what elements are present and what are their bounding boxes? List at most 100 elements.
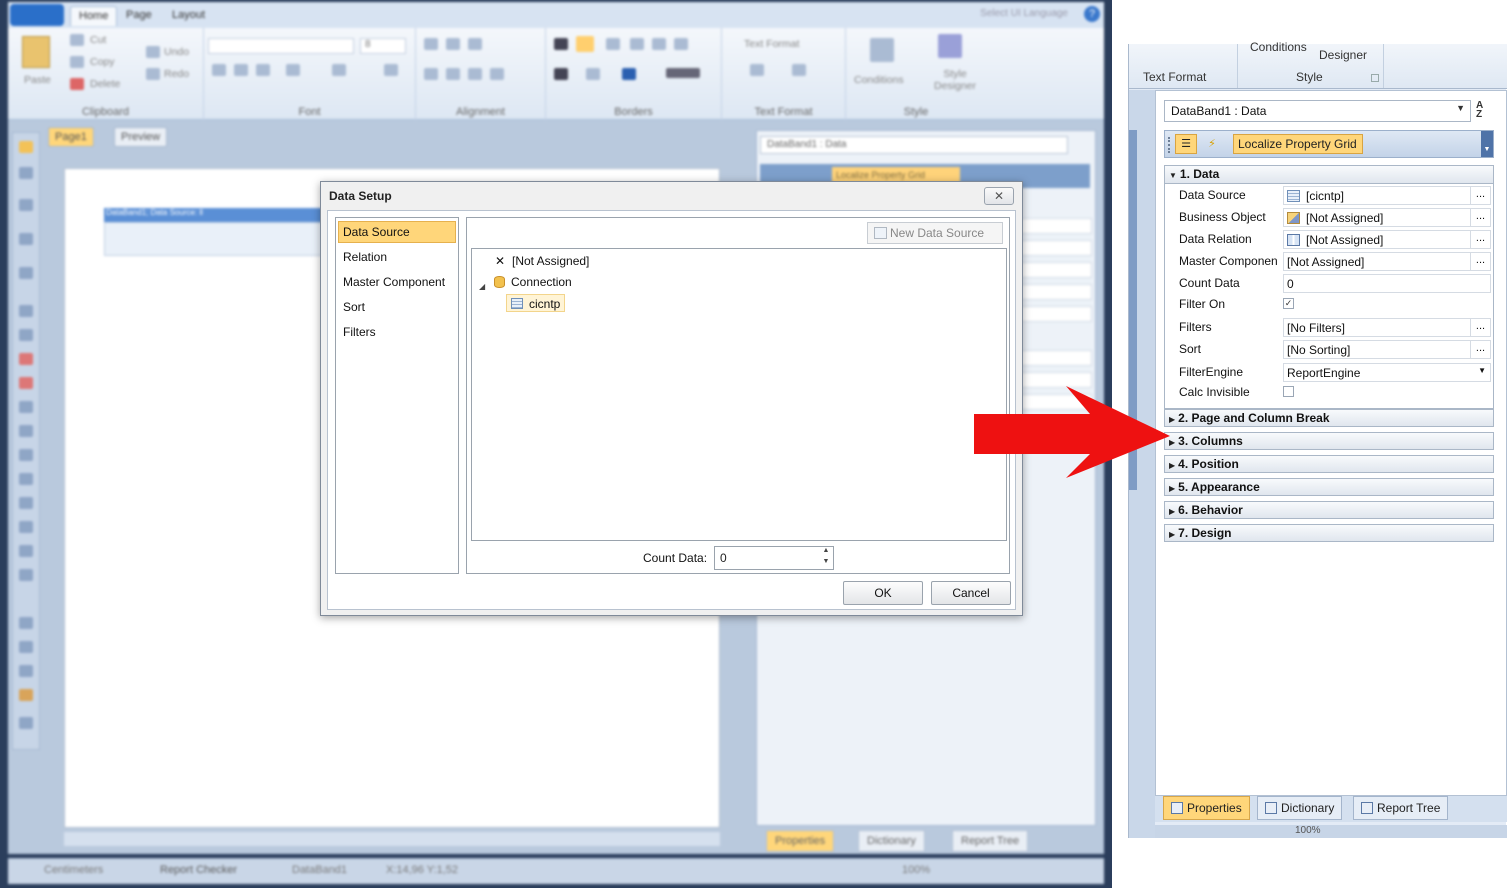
category-data[interactable]: ▼ 1. Data [1165,166,1493,184]
count-data-input[interactable]: 0 ▲ ▼ [714,546,834,570]
tool-icon[interactable] [19,425,33,437]
tool-icon[interactable] [19,401,33,413]
events-icon[interactable]: ⚡ [1201,134,1223,154]
units-selector[interactable]: Centimeters [44,864,103,876]
ellipsis-button[interactable]: ... [1470,253,1490,270]
align-left-icon[interactable] [424,68,438,80]
nav-relation[interactable]: Relation [338,246,456,268]
conditions-button[interactable]: Conditions [1250,40,1307,54]
tool-icon[interactable] [19,305,33,317]
nav-filters[interactable]: Filters [338,321,456,343]
tree-item-not-assigned[interactable]: ✕ [Not Assigned] [494,252,589,270]
no-border-icon[interactable] [576,36,594,52]
tool-icon[interactable] [19,665,33,677]
properties-view-icon[interactable]: ☰ [1175,134,1197,154]
tool-icon[interactable] [19,545,33,557]
tab-home[interactable]: Home [70,6,118,26]
calc-invisible-checkbox[interactable] [1283,386,1294,397]
ellipsis-button[interactable]: ... [1470,341,1490,358]
chevron-down-icon[interactable]: ▼ [1478,366,1486,375]
align-justify-icon[interactable] [490,68,504,80]
category-appearance[interactable]: ▶ 5. Appearance [1164,478,1494,496]
border-color-icon[interactable] [622,68,636,80]
tool-icon[interactable] [19,521,33,533]
align-center-icon[interactable] [446,68,460,80]
format-icon[interactable] [750,64,764,76]
nav-sort[interactable]: Sort [338,296,456,318]
category-columns[interactable]: ▶ 3. Columns [1164,432,1494,450]
cancel-button[interactable]: Cancel [931,581,1011,605]
tool-icon[interactable] [19,473,33,485]
property-value[interactable]: [No Sorting]... [1283,340,1491,359]
property-value[interactable]: [No Filters]... [1283,318,1491,337]
component-selector[interactable]: DataBand1 : Data [760,136,1068,154]
dialog-launcher-icon[interactable] [1371,74,1379,82]
tool-icon[interactable] [19,449,33,461]
category-design[interactable]: ▶ 7. Design [1164,524,1494,542]
application-menu-button[interactable] [10,4,64,26]
property-data-relation[interactable]: Data Relation [Not Assigned]... [1165,229,1493,251]
property-value[interactable]: [Not Assigned]... [1283,230,1491,249]
tab-dictionary[interactable]: Dictionary [1257,796,1343,820]
category-position[interactable]: ▶ 4. Position [1164,455,1494,473]
style-designer-button[interactable]: Style Designer [930,68,980,92]
ellipsis-button[interactable]: ... [1470,187,1490,204]
property-business-object[interactable]: Business Object [Not Assigned]... [1165,207,1493,229]
format-options-icon[interactable] [792,64,806,76]
copy-button[interactable]: Copy [90,56,115,68]
ellipsis-button[interactable]: ... [1470,209,1490,226]
property-filter-on[interactable]: Filter On ✓ [1165,294,1493,316]
italic-icon[interactable] [234,64,248,76]
property-sort[interactable]: Sort [No Sorting]... [1165,339,1493,361]
horizontal-scrollbar[interactable] [64,832,720,846]
tab-page[interactable]: Page [118,6,160,26]
top-border-icon[interactable] [606,38,620,50]
border-style-icon[interactable] [666,68,700,78]
right-border-icon[interactable] [674,38,688,50]
localize-property-grid-button[interactable]: Localize Property Grid [1233,134,1363,154]
tab-layout[interactable]: Layout [164,6,213,26]
tool-icon[interactable] [19,233,33,245]
toolbar-grip[interactable] [1168,137,1171,153]
nav-master-component[interactable]: Master Component [338,271,456,293]
shadow-icon[interactable] [554,68,568,80]
new-data-source-button[interactable]: New Data Source [867,222,1003,244]
left-border-icon[interactable] [630,38,644,50]
filter-on-checkbox[interactable]: ✓ [1283,298,1294,309]
tab-properties[interactable]: Properties [766,830,835,852]
tab-preview[interactable]: Preview [114,127,168,147]
font-settings-icon[interactable] [384,64,398,76]
tab-report-tree[interactable]: Report Tree [1353,796,1449,820]
undo-button[interactable]: Undo [164,46,189,58]
component-selector[interactable]: DataBand1 : Data ▼ [1164,100,1471,122]
bold-icon[interactable] [212,64,226,76]
property-count-data[interactable]: Count Data 0 [1165,273,1493,295]
tool-icon[interactable] [19,497,33,509]
ok-button[interactable]: OK [843,581,923,605]
property-value[interactable]: ReportEngine ▼ [1283,363,1491,382]
help-icon[interactable]: ? [1084,6,1100,22]
bottom-border-icon[interactable] [652,38,666,50]
toolbar-overflow-icon[interactable]: ▼ [1481,131,1493,157]
tree-item-connection[interactable]: Connection [494,273,572,291]
select-tool-icon[interactable] [19,141,33,153]
tool-icon[interactable] [19,717,33,729]
tab-dictionary[interactable]: Dictionary [858,830,925,852]
font-size-box[interactable]: 8 [360,38,406,54]
tool-icon[interactable] [19,689,33,701]
property-value[interactable]: [Not Assigned]... [1283,208,1491,227]
property-value[interactable]: 0 [1283,274,1491,293]
tool-icon[interactable] [19,353,33,365]
ellipsis-button[interactable]: ... [1470,231,1490,248]
tool-icon[interactable] [19,267,33,279]
cut-button[interactable]: Cut [90,34,106,46]
font-name-box[interactable] [208,38,354,54]
spin-up-icon[interactable]: ▲ [821,547,831,557]
language-selector[interactable]: Select UI Language [980,8,1068,19]
chevron-down-icon[interactable]: ▼ [1456,103,1465,113]
grow-font-icon[interactable] [332,64,346,76]
all-borders-icon[interactable] [554,38,568,50]
tree-item-cicntp[interactable]: cicntp [506,294,566,312]
paste-button[interactable]: Paste [24,74,51,86]
report-checker-button[interactable]: Report Checker [160,864,237,876]
